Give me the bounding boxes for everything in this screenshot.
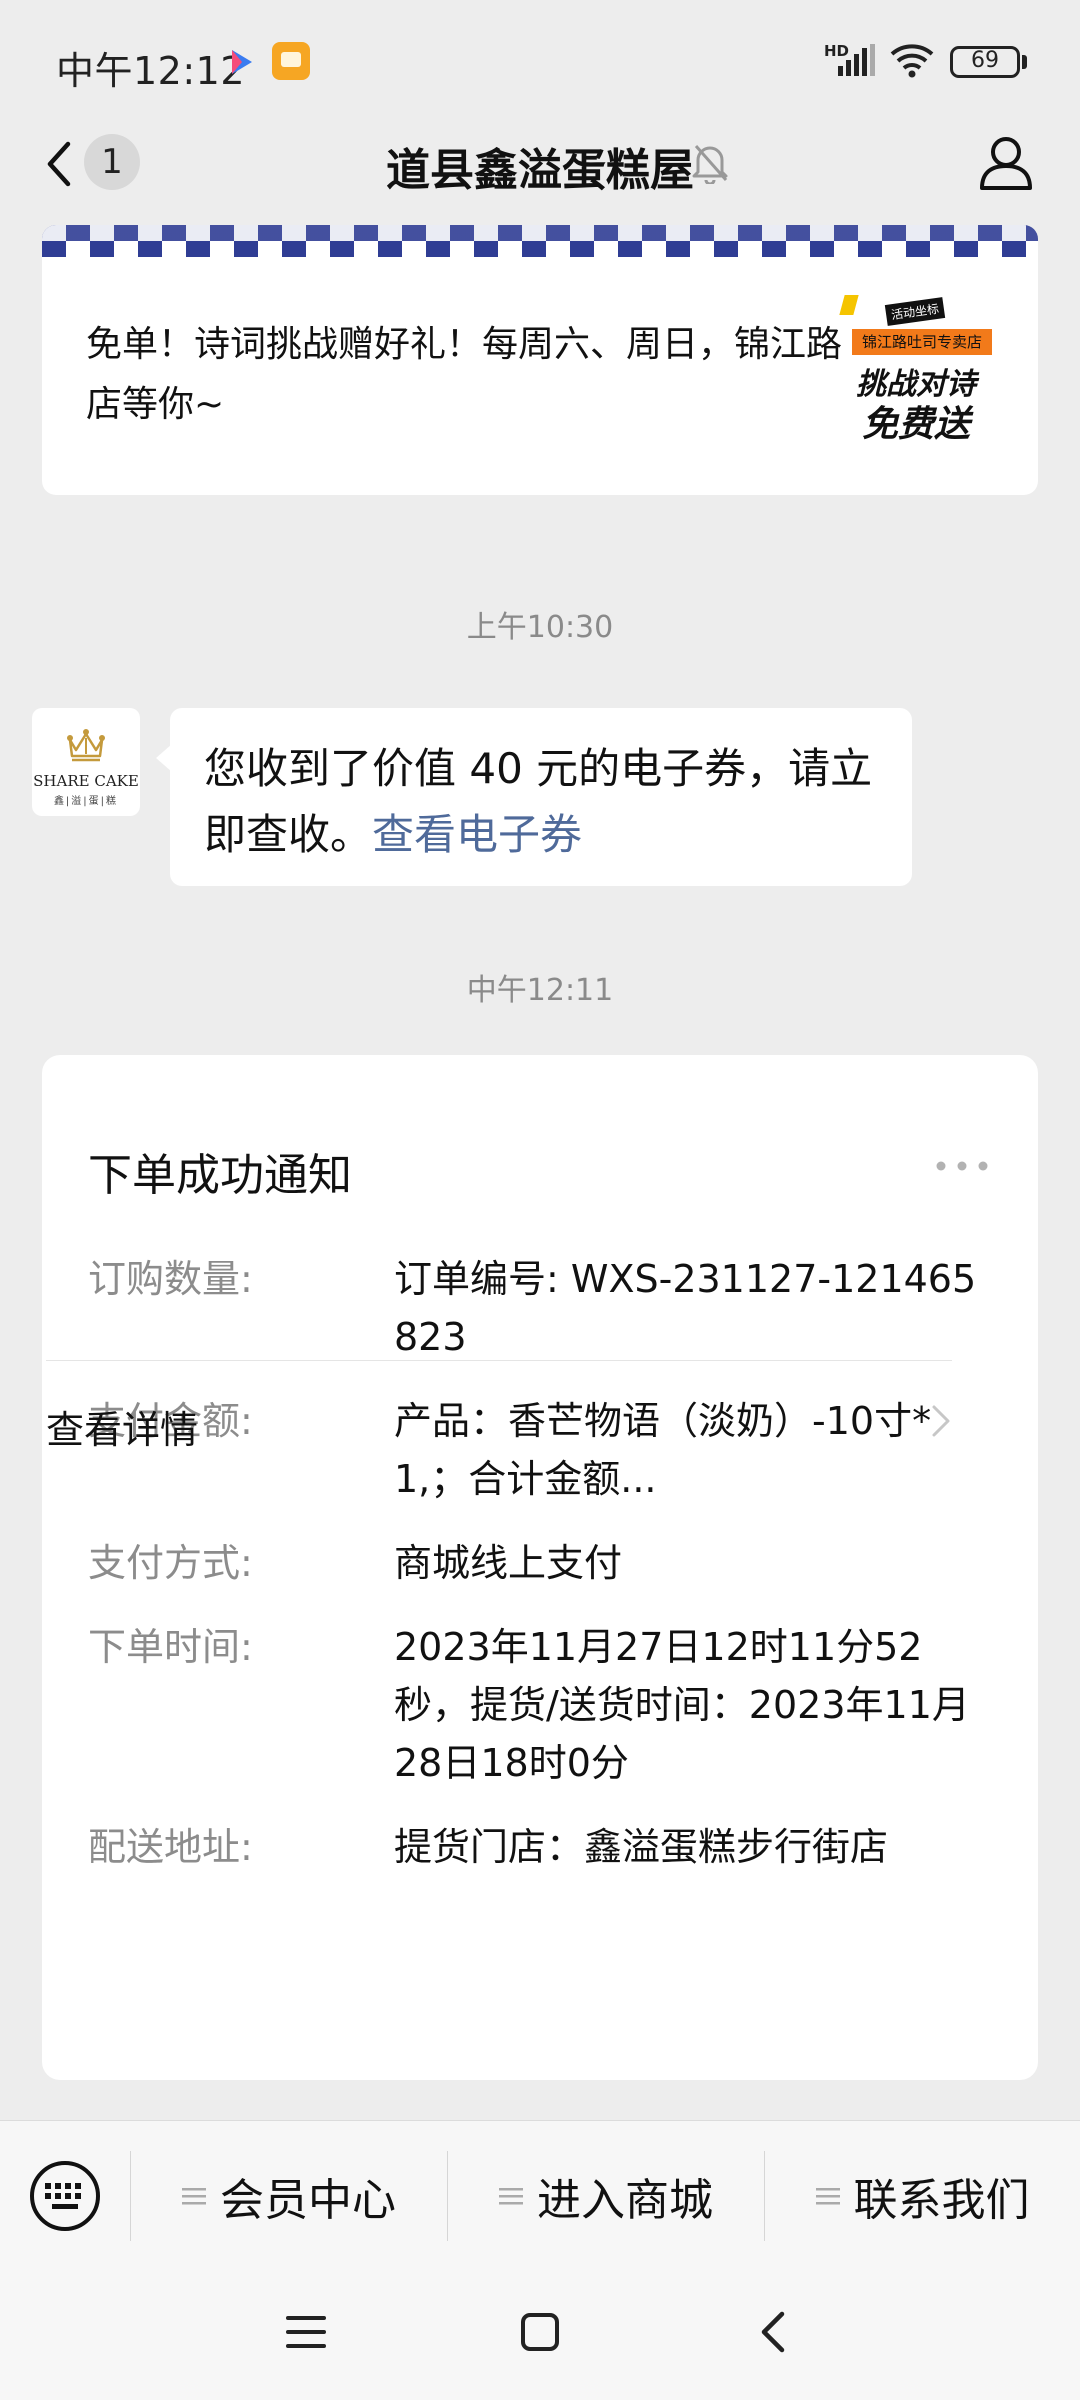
keyboard-toggle-icon[interactable] [28,2159,102,2233]
field-value: 订单编号: WXS-231127-121465823 [394,1257,977,1359]
view-coupon-link[interactable]: 查看电子券 [372,810,582,859]
field-value: 提货门店：鑫溢蛋糕步行街店 [394,1825,889,1869]
chat-area[interactable]: 免单！诗词挑战赠好礼！每周六、周日，锦江路店等你~ 活动坐标 锦江路吐司专卖店 … [0,225,1080,2120]
recent-apps-icon[interactable] [286,2314,326,2350]
system-navigation-bar [0,2270,1080,2400]
order-field-row: 支付方式: 商城线上支付 [88,1534,992,1592]
order-card-title: 下单成功通知 [88,1150,352,1201]
chat-title: 道县鑫溢蛋糕屋 [386,145,694,196]
menu-label: 进入商城 [537,2175,713,2226]
promo-article-card[interactable]: 免单！诗词挑战赠好礼！每周六、周日，锦江路店等你~ 活动坐标 锦江路吐司专卖店 … [42,225,1038,495]
promo-banner-image [42,225,1038,257]
field-value: 2023年11月27日12时11分52秒，提货/送货时间：2023年11月28日… [394,1625,970,1785]
more-options-icon[interactable] [934,1159,990,1173]
card-divider [46,1360,952,1361]
field-label: 支付方式: [88,1541,253,1585]
status-time: 中午12:12 [56,49,246,93]
menu-lines-icon [182,2188,206,2205]
order-field-row: 下单时间: 2023年11月27日12时11分52秒，提货/送货时间：2023年… [88,1618,992,1792]
menu-enter-shop[interactable]: 进入商城 [448,2121,764,2271]
sender-avatar[interactable]: SHARE CAKE 鑫|溢|蛋|糕 [32,708,140,816]
menu-label: 联系我们 [853,2175,1030,2226]
view-details-link[interactable]: 查看详情 [46,1399,198,1454]
field-label: 下单时间: [88,1625,253,1669]
field-value: 产品：香芒物语（淡奶）-10寸*1,；合计金额... [394,1399,932,1501]
system-back-icon[interactable] [758,2310,788,2354]
coupon-message-bubble[interactable]: 您收到了价值 40 元的电子券，请立即查收。查看电子券 [156,708,912,886]
menu-member-center[interactable]: 会员中心 [131,2121,447,2271]
battery-icon: 69 [950,46,1020,78]
chat-header: 1 道县鑫溢蛋糕屋 [0,120,1080,225]
thumb-tag: 活动坐标 [884,297,946,326]
message-timestamp: 上午10:30 [466,610,614,645]
mute-bell-icon [692,145,728,184]
order-field-row: 配送地址: 提货门店：鑫溢蛋糕步行街店 [88,1818,992,1876]
chevron-right-icon[interactable] [930,1401,952,1441]
video-play-icon [232,50,252,74]
message-app-icon [272,42,310,80]
battery-tip [1022,55,1027,69]
thumb-accent [839,295,859,315]
order-field-row: 支付金额: 产品：香芒物语（淡奶）-10寸*1,；合计金额... [88,1392,992,1508]
profile-icon[interactable] [978,132,1034,192]
signal-icon [838,44,875,76]
avatar-subtext: 鑫|溢|蛋|糕 [53,796,119,807]
message-timestamp: 中午12:11 [466,973,614,1008]
order-fields: 订购数量: 订单编号: WXS-231127-121465823 支付金额: 产… [88,1250,992,1902]
avatar-brand: SHARE CAKE [33,772,139,790]
order-notification-card[interactable]: 下单成功通知 订购数量: 订单编号: WXS-231127-121465823 … [42,1055,1038,2080]
menu-lines-icon [499,2188,523,2205]
promo-text: 免单！诗词挑战赠好礼！每周六、周日，锦江路店等你~ [86,324,843,425]
promo-thumbnail: 活动坐标 锦江路吐司专卖店 挑战对诗 免费送 [839,295,1002,445]
battery-level: 69 [971,48,999,73]
order-field-row: 订购数量: 订单编号: WXS-231127-121465823 [88,1250,992,1366]
home-icon[interactable] [520,2312,560,2352]
field-value: 商城线上支付 [394,1541,623,1585]
thumb-store-label: 锦江路吐司专卖店 [852,329,992,355]
field-label: 订购数量: [88,1257,253,1301]
wifi-icon [890,44,934,78]
menu-lines-icon [815,2188,840,2205]
menu-contact-us[interactable]: 联系我们 [765,2121,1080,2271]
status-bar: 中午12:12 HD 69 [0,0,1080,120]
crown-logo-icon [67,729,105,762]
thumb-subheadline: 免费送 [862,404,971,445]
menu-label: 会员中心 [220,2175,396,2226]
field-label: 配送地址: [88,1825,253,1869]
official-account-menu: 会员中心 进入商城 联系我们 [0,2120,1080,2270]
